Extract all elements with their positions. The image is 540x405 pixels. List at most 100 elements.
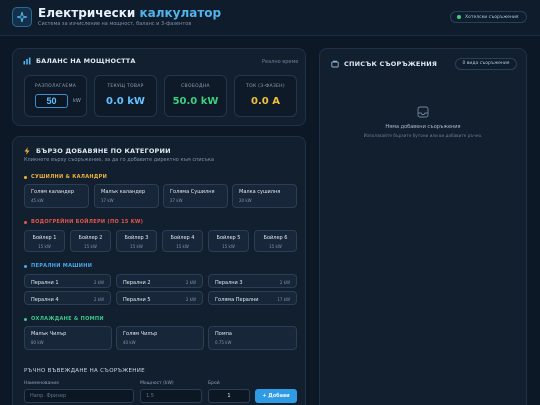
device-power: 0.75 kW	[215, 340, 232, 345]
device-boiler-5[interactable]: Бойлер 5 15 kW	[208, 230, 249, 252]
device-boiler-4[interactable]: Бойлер 4 15 kW	[162, 230, 203, 252]
balance-header: БАЛАНС НА МОЩНОСТТА	[23, 57, 136, 65]
device-large-calender[interactable]: Голям каландер 45 kW	[24, 184, 89, 208]
device-power: 15 kW	[269, 244, 282, 249]
device-washer-4[interactable]: Перални 4 2 kW	[24, 291, 111, 305]
app-title-main: Електрически	[38, 6, 140, 20]
device-washer-5[interactable]: Перални 5 2 kW	[116, 291, 203, 305]
device-power: 2 kW	[279, 280, 290, 285]
device-power: 45 kW	[31, 198, 44, 203]
category-dot-icon	[24, 317, 27, 321]
device-power: 15 kW	[84, 244, 97, 249]
stat-capacity: РАЗПОЛАГАЕМА kW	[24, 75, 87, 117]
name-label: Наименование	[24, 381, 59, 386]
device-name: Малък Чилър	[31, 331, 67, 337]
device-boiler-2[interactable]: Бойлер 2 15 kW	[70, 230, 111, 252]
device-washer-2[interactable]: Перални 2 2 kW	[116, 274, 203, 288]
device-name: Голяма Перални	[215, 297, 259, 303]
device-small-dryer[interactable]: Малка сушилня 20 kW	[232, 184, 297, 208]
device-power: 80 kW	[31, 340, 44, 345]
device-name: Голям каландер	[31, 189, 74, 195]
free-label: СВОБОДНА	[181, 84, 210, 89]
stat-current-load: ТЕКУЩ ТОВАР 0.0 kW	[94, 75, 157, 117]
add-device-button[interactable]: + Добави	[255, 389, 297, 403]
app-subtitle: Система за изчисление на мощност, баланс…	[38, 21, 192, 27]
bolt-icon	[24, 147, 30, 155]
power-input[interactable]	[140, 389, 202, 403]
device-large-washer[interactable]: Голяма Перални 17 kW	[208, 291, 297, 305]
device-washer-1[interactable]: Перални 1 2 kW	[24, 274, 111, 288]
capacity-label: РАЗПОЛАГАЕМА	[34, 84, 77, 89]
quick-add-subtitle: Кликнете върху съоръжение, за да го доба…	[24, 157, 214, 163]
device-pump[interactable]: Помпа 0.75 kW	[208, 326, 297, 350]
device-boiler-6[interactable]: Бойлер 6 15 kW	[254, 230, 297, 252]
device-name-input[interactable]	[24, 389, 134, 403]
chart-icon	[23, 57, 31, 65]
quick-add-header: БЪРЗО ДОБАВЯНЕ ПО КАТЕГОРИИ	[23, 147, 171, 155]
status-dot-icon	[457, 15, 461, 19]
category-cooling-label: ОХЛАЖДАНЕ & ПОМПИ	[31, 316, 104, 322]
capacity-input[interactable]	[35, 94, 68, 108]
device-small-calender[interactable]: Малък каландер 17 kW	[94, 184, 159, 208]
category-washers-label: ПЕРАЛНИ МАШИНИ	[31, 263, 93, 269]
device-name: Помпа	[215, 331, 232, 337]
device-power: 27 kW	[170, 198, 183, 203]
stat-current-3phase: ТОК (3-ФАЗЕН) 0.0 A	[234, 75, 297, 117]
category-dryers: СУШИЛНИ & КАЛАНДРИ	[24, 174, 107, 180]
device-name: Перални 3	[215, 280, 243, 286]
app-title-accent: калкулатор	[139, 6, 222, 20]
free-value: 50.0 kW	[172, 96, 219, 107]
power-label: Мощност (kW)	[140, 381, 174, 386]
lightning-logo-icon	[16, 11, 28, 23]
device-power: 17 kW	[101, 198, 114, 203]
current-label: ТОК (3-ФАЗЕН)	[246, 84, 285, 89]
device-name: Перални 1	[31, 280, 59, 286]
quick-add-title: БЪРЗО ДОБАВЯНЕ ПО КАТЕГОРИИ	[36, 147, 171, 155]
device-name: Перални 4	[31, 297, 59, 303]
category-dot-icon	[24, 175, 27, 179]
device-name: Малък каландер	[101, 189, 146, 195]
manual-entry-title: РЪЧНО ВЪВЕЖДАНЕ НА СЪОРЪЖЕНИЕ	[24, 368, 145, 374]
device-large-dryer[interactable]: Голяма Сушилня 27 kW	[163, 184, 228, 208]
device-list-panel	[319, 48, 527, 405]
load-value: 0.0 kW	[106, 96, 145, 107]
list-icon	[331, 60, 339, 68]
device-boiler-1[interactable]: Бойлер 1 15 kW	[24, 230, 65, 252]
category-boilers: ВОДОГРЕЙНИ БОЙЛЕРИ (ПО 15 KW)	[24, 219, 143, 225]
device-power: 17 kW	[277, 297, 290, 302]
device-boiler-3[interactable]: Бойлер 3 15 kW	[116, 230, 157, 252]
device-small-chiller[interactable]: Малък Чилър 80 kW	[24, 326, 112, 350]
category-washers: ПЕРАЛНИ МАШИНИ	[24, 263, 92, 269]
device-count-badge: 0 вида съоръжения	[455, 58, 517, 70]
capacity-unit: kW	[73, 98, 81, 104]
logo	[12, 7, 32, 27]
current-value: 0.0 A	[251, 96, 280, 107]
device-power: 20 kW	[239, 198, 252, 203]
category-dot-icon	[24, 220, 27, 224]
empty-inbox-icon	[417, 106, 429, 118]
category-cooling: ОХЛАЖДАНЕ & ПОМПИ	[24, 316, 104, 322]
device-name: Бойлер 4	[170, 235, 195, 241]
status-text: Хотелски съоръжения	[465, 14, 519, 20]
device-washer-3[interactable]: Перални 3 2 kW	[208, 274, 297, 288]
device-power: 40 kW	[123, 340, 136, 345]
mode-status-pill[interactable]: Хотелски съоръжения	[450, 11, 527, 23]
quantity-input[interactable]	[208, 389, 250, 403]
device-name: Перални 2	[123, 280, 151, 286]
category-dot-icon	[24, 264, 27, 268]
load-label: ТЕКУЩ ТОВАР	[107, 84, 144, 89]
device-name: Бойлер 5	[216, 235, 241, 241]
device-power: 2 kW	[93, 280, 104, 285]
device-power: 15 kW	[38, 244, 51, 249]
empty-state-title: Няма добавени съоръжения	[385, 124, 461, 130]
device-name: Малка сушилня	[239, 189, 281, 195]
device-name: Бойлер 6	[263, 235, 288, 241]
app-header: Електрически калкулатор Система за изчис…	[0, 0, 540, 36]
realtime-label: Реално време	[262, 59, 299, 65]
device-power: 2 kW	[185, 280, 196, 285]
device-large-chiller[interactable]: Голям Чилър 40 kW	[116, 326, 204, 350]
device-list-header: СПИСЪК СЪОРЪЖЕНИЯ	[331, 60, 437, 68]
device-power: 2 kW	[185, 297, 196, 302]
device-list-title: СПИСЪК СЪОРЪЖЕНИЯ	[344, 60, 438, 68]
device-name: Бойлер 3	[124, 235, 149, 241]
